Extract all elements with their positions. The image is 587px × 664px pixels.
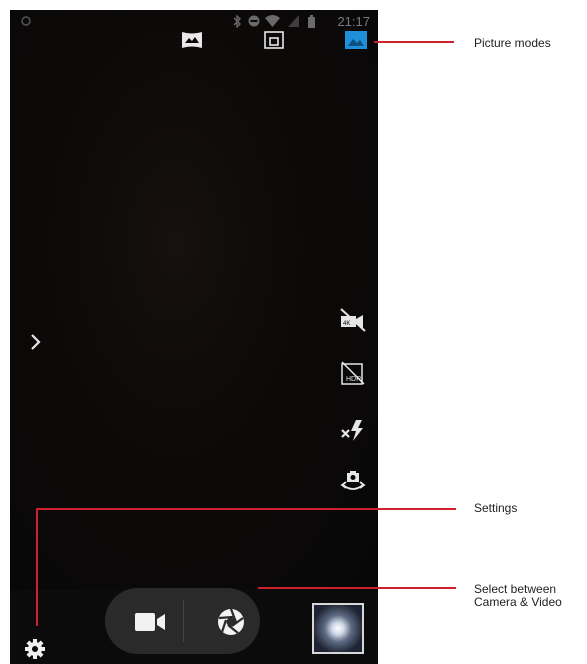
callout-label-settings: Settings — [474, 501, 518, 515]
panorama-icon[interactable] — [181, 31, 203, 54]
gallery-thumbnail[interactable] — [312, 603, 364, 654]
battery-icon — [308, 15, 315, 31]
mobile-signal-icon — [288, 15, 299, 30]
notification-icon — [20, 15, 32, 30]
settings-icon[interactable] — [24, 638, 46, 664]
callout-label-select-line2: Camera & Video — [474, 595, 562, 609]
flash-off-icon[interactable] — [340, 418, 366, 447]
shutter-icon[interactable] — [216, 607, 246, 642]
viewfinder[interactable] — [10, 10, 378, 590]
video-quality-off-icon[interactable]: 4K — [338, 307, 368, 338]
chevron-right-icon[interactable] — [30, 333, 42, 356]
switch-camera-icon[interactable] — [340, 468, 366, 499]
hdr-off-icon[interactable]: HDR — [340, 360, 366, 391]
bluetooth-icon — [232, 14, 242, 31]
camera-app-screen: 21:17 4K HDR — [10, 10, 378, 664]
callout-vline-settings — [36, 508, 38, 626]
callout-label-picture-modes: Picture modes — [474, 36, 551, 50]
switch-divider — [183, 600, 184, 642]
picture-mode-icon[interactable] — [345, 31, 367, 54]
do-not-disturb-icon — [248, 15, 260, 30]
wifi-icon — [265, 15, 280, 30]
status-time: 21:17 — [337, 14, 370, 29]
callout-line-settings — [36, 508, 456, 510]
callout-line-picture-modes — [374, 41, 454, 43]
callout-line-camera-video — [258, 587, 456, 589]
svg-text:4K: 4K — [343, 321, 350, 327]
video-camera-icon[interactable] — [133, 611, 169, 638]
picture-in-picture-icon[interactable] — [264, 31, 284, 54]
